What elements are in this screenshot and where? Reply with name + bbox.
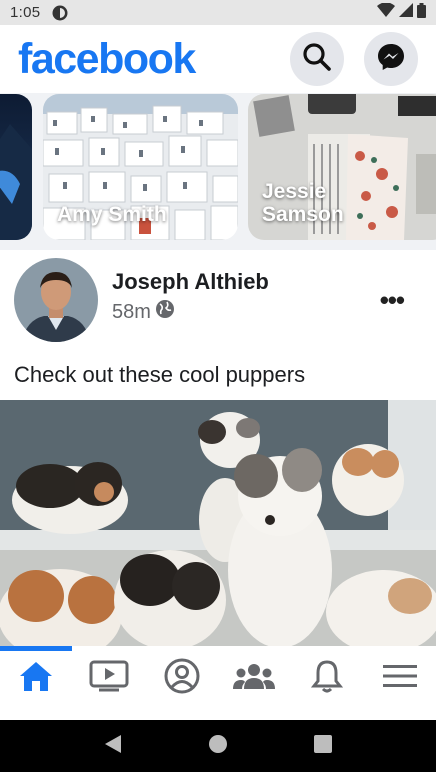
home-icon	[19, 660, 53, 697]
story-card[interactable]: Amy Smith	[43, 94, 238, 240]
search-icon	[302, 42, 332, 77]
status-icons	[377, 2, 426, 23]
author-block: Joseph Althieb 58m	[112, 269, 269, 325]
search-button[interactable]	[290, 32, 344, 86]
story-card[interactable]	[0, 94, 32, 240]
more-options-button[interactable]: •••	[380, 287, 405, 313]
messenger-icon	[376, 42, 406, 77]
menu-icon	[382, 663, 417, 694]
tab-watch[interactable]	[73, 646, 146, 720]
post-card: Joseph Althieb 58m ••• Check out these c…	[0, 250, 436, 647]
post-time[interactable]: 58m	[112, 301, 151, 324]
back-icon[interactable]	[104, 734, 122, 759]
groups-icon	[232, 661, 276, 696]
notifications-icon	[310, 659, 344, 698]
status-time: 1:05	[10, 4, 41, 21]
status-bar: 1:05	[0, 0, 436, 25]
tab-home[interactable]	[0, 646, 73, 720]
tab-profile[interactable]	[145, 646, 218, 720]
story-name: Jessie Samson	[262, 180, 344, 226]
post-meta: 58m	[112, 299, 269, 325]
battery-icon	[417, 2, 426, 23]
avatar[interactable]	[14, 258, 98, 342]
author-name[interactable]: Joseph Althieb	[112, 269, 269, 295]
home-circle-icon[interactable]	[208, 734, 228, 759]
profile-icon	[164, 658, 200, 699]
stories-row: Amy Smith Jessie Samson	[0, 93, 436, 250]
tab-menu[interactable]	[363, 646, 436, 720]
system-nav-bar	[0, 720, 436, 772]
active-tab-indicator	[0, 646, 72, 651]
tab-groups[interactable]	[218, 646, 291, 720]
post-text: Check out these cool puppers	[14, 362, 306, 387]
messenger-button[interactable]	[364, 32, 418, 86]
facebook-logo[interactable]: facebook	[18, 35, 196, 84]
bottom-nav	[0, 646, 436, 720]
globe-icon	[151, 299, 175, 325]
tab-notifications[interactable]	[291, 646, 364, 720]
post-photo[interactable]	[0, 400, 436, 647]
app-header: facebook	[0, 25, 436, 93]
signal-icon	[399, 3, 413, 22]
wifi-icon	[377, 2, 395, 22]
watch-icon	[89, 660, 129, 697]
story-name: Amy Smith	[57, 203, 167, 226]
story-card[interactable]: Jessie Samson	[248, 94, 436, 240]
recents-icon[interactable]	[314, 734, 332, 758]
post-header: Joseph Althieb 58m •••	[0, 250, 436, 350]
data-saver-icon	[52, 5, 68, 21]
